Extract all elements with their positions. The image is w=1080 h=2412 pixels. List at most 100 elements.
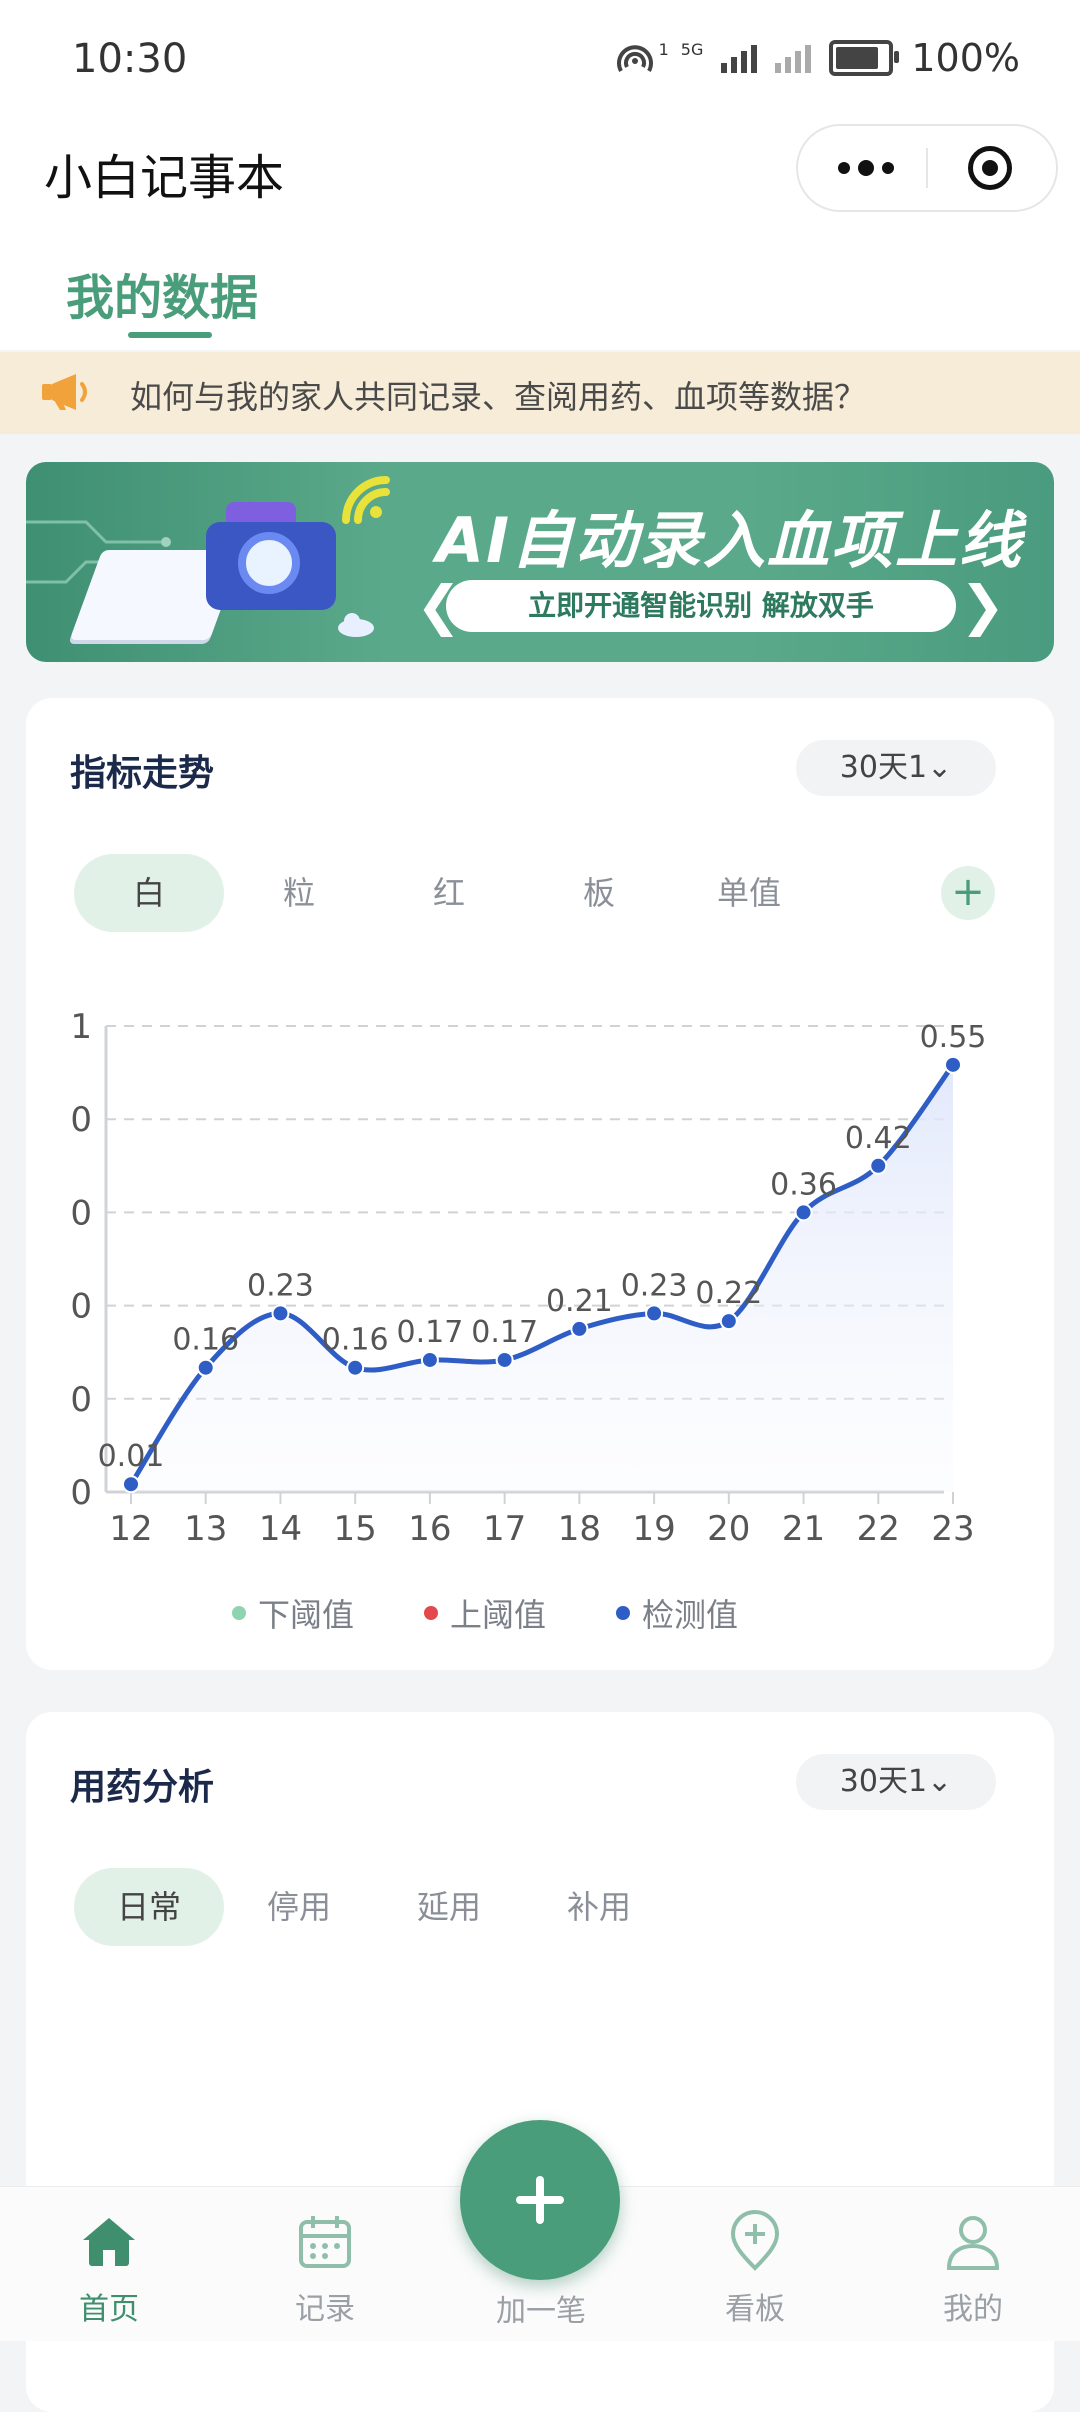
wifi-icon [342,476,390,524]
legend-dot-value [616,1606,631,1620]
status-time: 10:30 [72,36,188,82]
nav-home[interactable]: 首页 [44,2210,174,2328]
notice-text: 如何与我的家人共同记录、查阅用药、血项等数据？ [130,378,867,416]
ai-banner[interactable]: AI自动录入血项上线 ❮ 立即开通智能识别 解放双手 ❯ [26,462,1054,662]
data-label: 0.23 [247,1268,314,1303]
legend-dot-lower [232,1606,246,1620]
x-tick-label: 20 [707,1509,750,1549]
data-label: 0.01 [98,1439,165,1474]
x-tick-label: 23 [931,1509,974,1549]
miniprogram-capsule [796,124,1058,212]
nav-board[interactable]: 看板 [690,2210,820,2328]
capsule-divider [926,148,928,188]
legend-item-value[interactable]: 检测值 [616,1590,738,1636]
data-point [794,1203,813,1222]
trend-range-select[interactable]: 30天1⌄ [796,740,996,796]
nav-mine[interactable]: 我的 [908,2210,1038,2328]
segment-supplement[interactable]: 补用 [524,1868,674,1946]
y-tick-label: 1 [70,1007,92,1047]
y-tick-label: 0 [70,1193,92,1233]
status-icons: 1 5G 100% [615,36,1020,80]
y-tick-label: 0 [70,1380,92,1420]
medication-card-title: 用药分析 [70,1767,215,1808]
app-title: 小白记事本 [44,150,285,206]
data-label: 0.17 [471,1315,538,1350]
battery-icon [829,40,900,76]
megaphone-icon [42,374,87,410]
calendar-icon [299,2216,351,2268]
nav-add[interactable]: 加一笔 [476,2210,606,2330]
tab-my-data[interactable]: 我的数据 [66,258,258,328]
x-tick-label: 13 [184,1509,227,1549]
x-tick-label: 18 [558,1509,601,1549]
close-target-icon[interactable] [968,146,1012,190]
data-point [196,1358,215,1377]
x-tick-label: 17 [483,1509,526,1549]
medication-range-select[interactable]: 30天1⌄ [796,1754,996,1810]
data-point [420,1350,439,1369]
segment-stopped[interactable]: 停用 [224,1868,374,1946]
data-label: 0.16 [172,1323,239,1358]
nfc-icon [616,45,653,72]
data-point [719,1312,738,1331]
x-tick-label: 19 [632,1509,675,1549]
nav-add-label: 加一笔 [496,2294,586,2329]
y-tick-label: 0 [70,1100,92,1140]
data-point [869,1156,888,1175]
segment-single[interactable]: 单值 [674,854,824,932]
legend-item-upper[interactable]: 上阈值 [424,1590,546,1636]
data-point [570,1319,589,1338]
segment-wbc[interactable]: 白 [74,854,224,932]
legend-label-lower: 下阈值 [258,1596,355,1634]
home-icon [83,2218,135,2266]
legend-label-upper: 上阈值 [450,1596,547,1634]
nav-mine-label: 我的 [943,2292,1003,2327]
more-icon[interactable] [838,156,894,180]
data-point [944,1055,962,1074]
nav-records[interactable]: 记录 [260,2210,390,2328]
segment-gran[interactable]: 粒 [224,854,374,932]
signal-icon [721,43,758,73]
add-indicator-button[interactable]: + [941,866,995,920]
legend-dot-upper [424,1606,439,1620]
data-point [271,1304,290,1323]
x-tick-label: 22 [857,1509,900,1549]
segment-rbc[interactable]: 红 [374,854,524,932]
data-label: 0.42 [845,1121,912,1156]
x-tick-label: 14 [259,1509,302,1549]
data-label: 0.16 [322,1323,389,1358]
user-icon [946,2216,1000,2270]
trend-card-title: 指标走势 [70,753,215,794]
data-point [645,1304,664,1323]
sim1-label: 1 [658,39,669,59]
data-point [122,1475,140,1494]
location-plus-icon [730,2210,780,2271]
cloud-icon [338,613,374,637]
data-label: 0.36 [770,1167,837,1202]
chart-legend: 下阈值 上阈值 检测值 [232,1590,738,1636]
data-point [346,1358,365,1377]
nav-home-label: 首页 [79,2292,139,2327]
nav-records-label: 记录 [295,2292,355,2327]
data-point [495,1350,514,1369]
data-label: 0.23 [621,1268,688,1303]
data-label: 0.17 [397,1315,464,1350]
trend-chart: 00000112 13 14 15 16 17 18 19 20 21 22 230.010.160.… [70,1007,987,1549]
pill-right-arrow: ❯ [960,574,1006,637]
legend-item-lower[interactable]: 下阈值 [232,1590,354,1636]
trend-segment-tabs: 白 粒 红 板 单值 [74,854,824,932]
y-tick-label: 0 [70,1473,92,1513]
camera-lens [238,532,300,594]
data-label: 0.55 [920,1020,987,1055]
banner-title: AI自动录入血项上线 [436,504,1024,577]
nav-board-label: 看板 [725,2292,785,2327]
segment-daily[interactable]: 日常 [74,1868,224,1946]
signal-icon-2 [775,43,812,73]
segment-extended[interactable]: 延用 [374,1868,524,1946]
tab-underline [128,332,212,338]
battery-percent: 100% [911,36,1020,80]
network-type-label: 5G [680,39,704,59]
x-tick-label: 15 [334,1509,377,1549]
segment-plt[interactable]: 板 [524,854,674,932]
x-tick-label: 21 [782,1509,825,1549]
